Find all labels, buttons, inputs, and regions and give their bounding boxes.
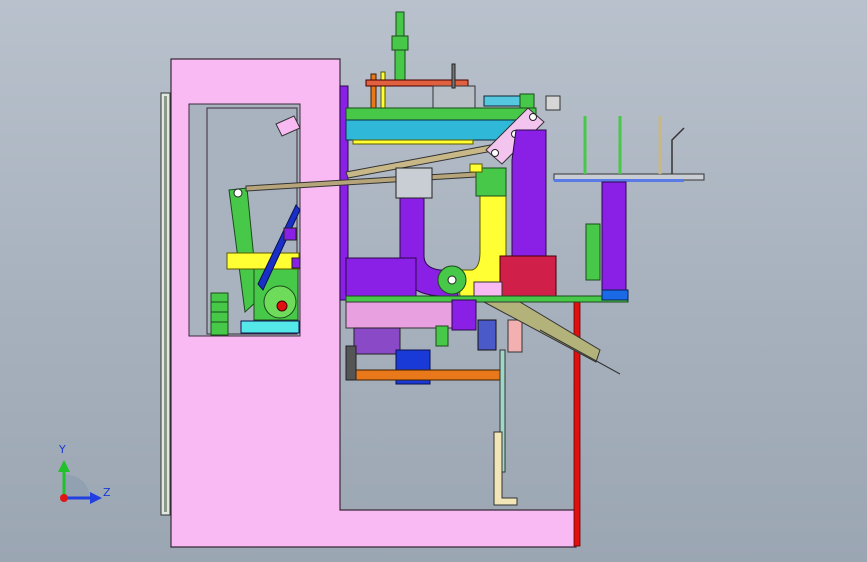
y-axis-label: Y	[59, 443, 66, 456]
under-dark-block	[345, 345, 357, 381]
window-purple-part-2	[291, 257, 301, 269]
side-green-bracket	[585, 223, 601, 281]
coordinate-triad	[58, 460, 102, 504]
cad-viewport[interactable]: Y Z	[0, 0, 867, 562]
purple-panel-blue-foot	[601, 289, 629, 301]
center-yellow-cap	[469, 163, 483, 173]
top-gray-disc	[545, 95, 561, 111]
top-orange-shaft	[370, 73, 377, 111]
triad-origin	[60, 494, 68, 502]
pink-link-bolt-1	[491, 149, 499, 157]
green-base-plate	[345, 295, 629, 303]
cyan-long-beam	[345, 119, 522, 141]
z-axis-arrow	[90, 492, 102, 504]
window-cyan-base	[240, 320, 300, 334]
red-lower-block	[499, 255, 557, 297]
yellow-strip	[352, 139, 474, 145]
green-wheel-hub	[276, 300, 288, 312]
purple-right-panel	[601, 181, 627, 297]
green-top-collar	[391, 35, 409, 51]
blue-roller	[477, 319, 497, 351]
window-yellow-plate	[226, 252, 300, 270]
top-yellow-shaft	[380, 71, 386, 111]
window-purple-part	[283, 227, 297, 241]
center-gray-block	[395, 167, 433, 199]
green-top-beam	[345, 107, 537, 121]
purple-lower-block	[345, 257, 417, 299]
left-side-panel-inner	[164, 96, 167, 512]
under-green-disc	[435, 325, 449, 347]
z-axis-label: Z	[103, 486, 111, 499]
green-arm-pivot	[233, 188, 243, 198]
top-right-cylinder	[483, 95, 523, 107]
top-right-green-cap	[519, 93, 535, 109]
pink-link-bolt-3	[529, 113, 537, 121]
under-purple-disc	[451, 299, 477, 331]
top-pin	[451, 63, 456, 89]
green-roller-stack	[210, 292, 229, 336]
triad-gray-quadrant	[64, 474, 90, 498]
green-top-base	[394, 49, 406, 81]
top-gray-block	[432, 85, 476, 109]
machine-assembly-model[interactable]	[0, 0, 867, 562]
pink-lower-block	[473, 281, 503, 297]
y-axis-arrow	[58, 460, 70, 472]
purple-motor	[353, 327, 401, 355]
tray-hook	[671, 127, 685, 174]
orange-shaft	[355, 369, 501, 381]
pivot-wheel-hub	[447, 275, 457, 285]
pink-roller	[507, 319, 523, 353]
